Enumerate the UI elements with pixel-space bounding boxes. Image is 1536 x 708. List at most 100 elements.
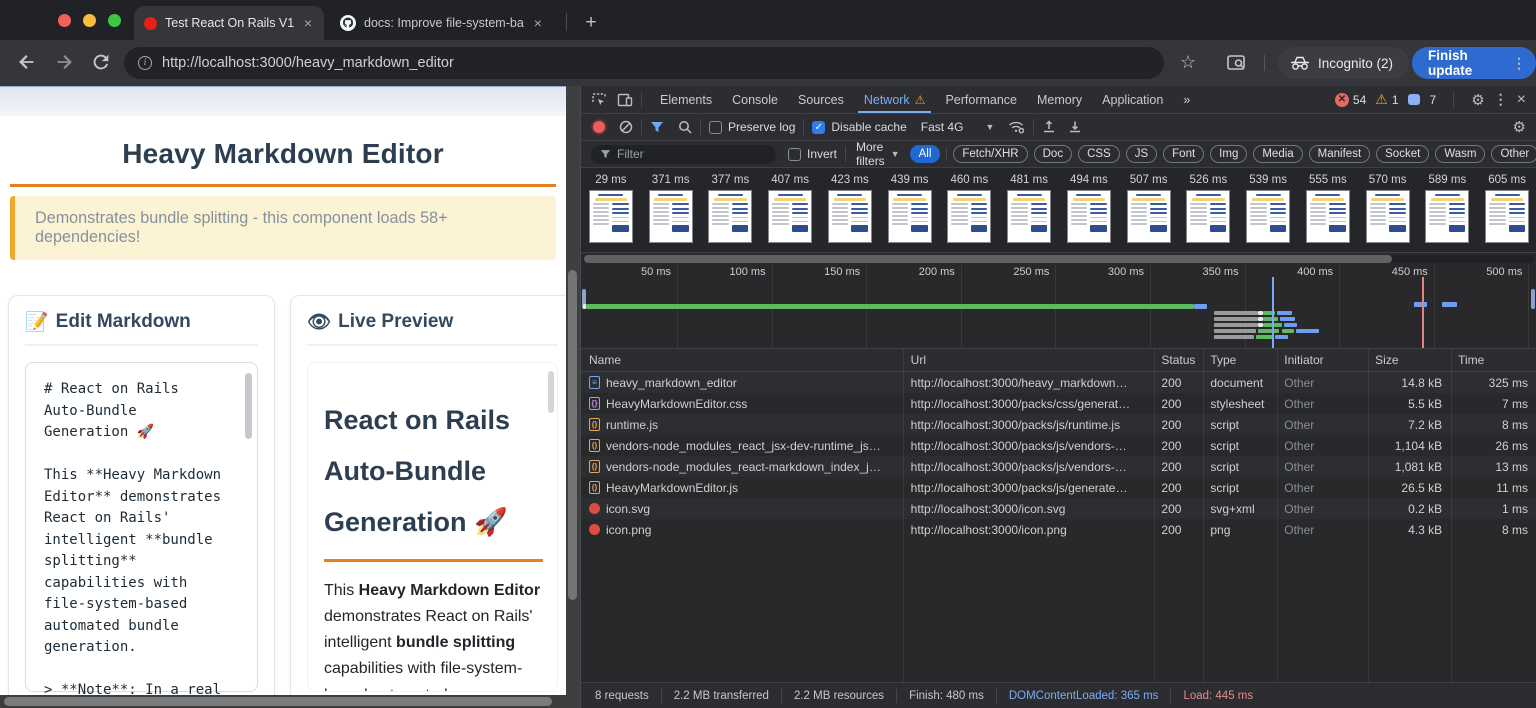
tab-search-icon[interactable] <box>1226 54 1246 72</box>
table-row[interactable]: icon.pnghttp://localhost:3000/icon.png20… <box>581 519 1536 540</box>
column-header-size[interactable]: Size <box>1367 353 1450 367</box>
close-window-button[interactable] <box>58 14 71 27</box>
column-header-status[interactable]: Status <box>1153 353 1202 367</box>
filmstrip-frame[interactable]: 539 ms <box>1238 168 1298 252</box>
filter-chip-other[interactable]: Other <box>1491 145 1536 163</box>
more-filters-caret-icon[interactable]: ▼ <box>891 149 900 159</box>
table-row[interactable]: ()vendors-node_modules_react_jsx-dev-run… <box>581 435 1536 456</box>
minimize-window-button[interactable] <box>83 14 96 27</box>
device-toolbar-icon[interactable] <box>617 93 633 107</box>
markdown-textarea[interactable]: # React on Rails Auto-Bundle Generation … <box>25 362 258 692</box>
record-network-log-button[interactable] <box>593 121 605 133</box>
filmstrip-frame[interactable]: 605 ms <box>1477 168 1536 252</box>
filter-chip-socket[interactable]: Socket <box>1376 145 1429 163</box>
throttling-select[interactable]: Fast 4G <box>921 120 964 134</box>
console-errors-icon[interactable]: ✕ <box>1335 93 1349 107</box>
bookmark-star-icon[interactable]: ☆ <box>1180 52 1196 73</box>
new-tab-button[interactable]: + <box>578 10 604 36</box>
throttling-caret-icon[interactable]: ▼ <box>985 122 994 132</box>
column-header-time[interactable]: Time <box>1450 353 1536 367</box>
filmstrip-frame[interactable]: 589 ms <box>1418 168 1478 252</box>
filter-chip-fetch-xhr[interactable]: Fetch/XHR <box>953 145 1027 163</box>
devtools-tab-sources[interactable]: Sources <box>788 86 854 113</box>
table-row[interactable]: ()HeavyMarkdownEditor.jshttp://localhost… <box>581 477 1536 498</box>
tab-close-icon[interactable]: × <box>532 15 544 31</box>
filmstrip-frame[interactable]: 481 ms <box>999 168 1059 252</box>
finish-update-button[interactable]: Finish update ⋮ <box>1412 47 1536 79</box>
browser-menu-kebab-icon[interactable]: ⋮ <box>1512 55 1526 72</box>
filmstrip-frame[interactable]: 526 ms <box>1179 168 1239 252</box>
table-row[interactable]: ()vendors-node_modules_react-markdown_in… <box>581 456 1536 477</box>
devtools-tab-memory[interactable]: Memory <box>1027 86 1092 113</box>
preview-scrollbar-thumb[interactable] <box>548 371 554 413</box>
devtools-kebab-icon[interactable]: ⋮ <box>1494 91 1508 108</box>
filter-chip-doc[interactable]: Doc <box>1034 145 1072 163</box>
filmstrip-frame[interactable]: 407 ms <box>760 168 820 252</box>
more-tabs-chevron[interactable]: » <box>1173 93 1200 107</box>
devtools-tab-network[interactable]: Network⚠ <box>854 86 936 113</box>
column-header-type[interactable]: Type <box>1202 353 1276 367</box>
filter-chip-font[interactable]: Font <box>1163 145 1204 163</box>
forward-button[interactable] <box>53 51 77 75</box>
filmstrip-frame[interactable]: 439 ms <box>880 168 940 252</box>
filmstrip-frame[interactable]: 29 ms <box>581 168 641 252</box>
incognito-indicator[interactable]: Incognito (2) <box>1278 47 1409 79</box>
export-har-icon[interactable] <box>1068 120 1082 134</box>
filter-input[interactable] <box>617 147 767 161</box>
devtools-tab-console[interactable]: Console <box>722 86 788 113</box>
filmstrip-frame[interactable]: 371 ms <box>641 168 701 252</box>
filmstrip-frame[interactable]: 570 ms <box>1358 168 1418 252</box>
vscroll-thumb[interactable] <box>568 270 577 600</box>
more-filters-label[interactable]: More filters <box>856 140 885 168</box>
table-row[interactable]: icon.svghttp://localhost:3000/icon.svg20… <box>581 498 1536 519</box>
reload-button[interactable] <box>90 51 114 75</box>
filmstrip-frame[interactable]: 377 ms <box>701 168 761 252</box>
hscroll-thumb[interactable] <box>4 697 552 706</box>
devtools-tab-performance[interactable]: Performance <box>935 86 1027 113</box>
table-row[interactable]: ()runtime.jshttp://localhost:3000/packs/… <box>581 414 1536 435</box>
filter-chip-manifest[interactable]: Manifest <box>1309 145 1370 163</box>
filter-chip-media[interactable]: Media <box>1253 145 1302 163</box>
filmstrip-frame[interactable]: 494 ms <box>1059 168 1119 252</box>
textarea-scrollbar-thumb[interactable] <box>245 373 252 439</box>
filmstrip-frame[interactable]: 555 ms <box>1298 168 1358 252</box>
table-row[interactable]: ≡heavy_markdown_editorhttp://localhost:3… <box>581 372 1536 393</box>
page-vertical-scrollbar[interactable] <box>566 86 580 708</box>
network-conditions-icon[interactable] <box>1008 120 1025 134</box>
devtools-close-icon[interactable]: × <box>1517 91 1526 109</box>
site-info-icon[interactable]: i <box>138 56 152 70</box>
devtools-settings-gear-icon[interactable]: ⚙ <box>1471 91 1484 109</box>
filmstrip-frame[interactable]: 423 ms <box>820 168 880 252</box>
filter-chip-img[interactable]: Img <box>1210 145 1247 163</box>
address-bar[interactable]: i http://localhost:3000/heavy_markdown_e… <box>124 47 1164 79</box>
filter-input-pill[interactable] <box>591 145 776 164</box>
disable-cache-checkbox[interactable]: ✓ <box>812 121 825 134</box>
tab-close-icon[interactable]: × <box>302 15 314 31</box>
devtools-tab-application[interactable]: Application <box>1092 86 1173 113</box>
inspect-element-icon[interactable] <box>591 92 607 108</box>
filmstrip-frame[interactable]: 507 ms <box>1119 168 1179 252</box>
invert-checkbox[interactable] <box>788 148 801 161</box>
import-har-icon[interactable] <box>1042 120 1056 134</box>
browser-tab-2[interactable]: docs: Improve file-system-ba × <box>330 6 558 40</box>
filter-chip-js[interactable]: JS <box>1126 145 1157 163</box>
filter-chip-wasm[interactable]: Wasm <box>1435 145 1485 163</box>
preserve-log-checkbox[interactable] <box>709 121 722 134</box>
filter-chip-all[interactable]: All <box>910 145 941 163</box>
filter-chip-css[interactable]: CSS <box>1078 145 1120 163</box>
network-settings-gear-icon[interactable]: ⚙ <box>1513 118 1526 136</box>
devtools-tab-elements[interactable]: Elements <box>650 86 722 113</box>
column-header-name[interactable]: Name <box>581 353 903 367</box>
overview-scrollbar-thumb[interactable] <box>584 255 1392 263</box>
search-icon[interactable] <box>678 120 692 134</box>
zoom-window-button[interactable] <box>108 14 121 27</box>
console-warnings-icon[interactable]: ⚠ <box>1375 91 1388 108</box>
table-row[interactable]: {}HeavyMarkdownEditor.csshttp://localhos… <box>581 393 1536 414</box>
column-header-initiator[interactable]: Initiator <box>1276 353 1367 367</box>
clear-network-log-icon[interactable] <box>619 120 633 134</box>
browser-tab-1[interactable]: Test React On Rails V15 Hello × <box>134 6 324 40</box>
range-handle-right[interactable] <box>1531 289 1535 309</box>
network-overview[interactable]: 50 ms100 ms150 ms200 ms250 ms300 ms350 m… <box>581 253 1536 349</box>
filter-funnel-icon[interactable] <box>650 121 664 133</box>
overview-scrollbar[interactable] <box>583 255 1534 263</box>
